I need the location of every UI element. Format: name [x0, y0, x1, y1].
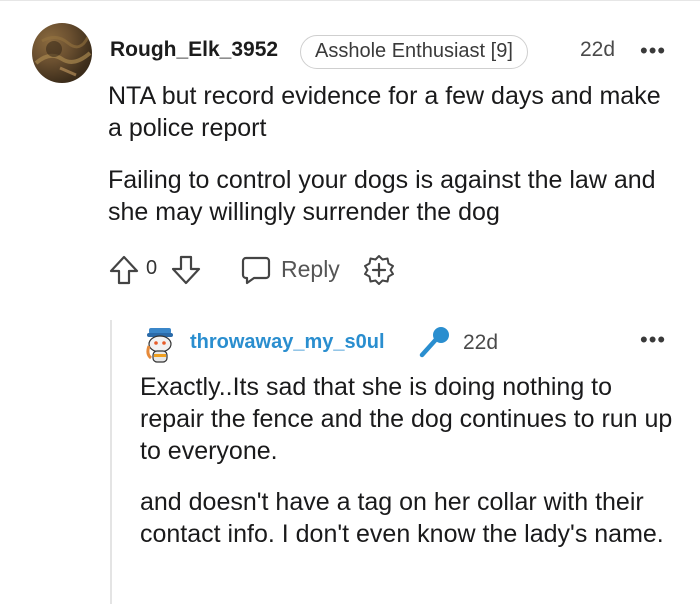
username[interactable]: Rough_Elk_3952: [110, 38, 278, 62]
reply-timestamp: 22d: [463, 331, 499, 354]
upvote-icon[interactable]: [108, 254, 140, 286]
snoo-avatar[interactable]: [140, 324, 180, 364]
thread-line[interactable]: [110, 320, 112, 604]
more-icon[interactable]: •••: [640, 38, 666, 64]
reply-button[interactable]: Reply: [281, 256, 340, 283]
comment-body-paragraph: Failing to control your dogs is against …: [108, 166, 656, 226]
downvote-icon[interactable]: [170, 254, 202, 286]
vote-count: 0: [146, 257, 158, 279]
reply-body-paragraph: Exactly..Its sad that she is doing nothi…: [140, 373, 673, 465]
reply-username[interactable]: throwaway_my_s0ul: [190, 331, 385, 354]
microphone-icon: [417, 325, 451, 359]
reply-body-paragraph: and doesn't have a tag on her collar wit…: [140, 488, 664, 548]
avatar[interactable]: [32, 23, 92, 83]
timestamp: 22d: [580, 38, 616, 61]
more-icon[interactable]: •••: [640, 327, 666, 353]
reply-icon[interactable]: [240, 254, 272, 286]
comment-body-paragraph: NTA but record evidence for a few days a…: [108, 82, 661, 142]
top-divider: [0, 0, 700, 1]
award-icon[interactable]: [362, 253, 396, 287]
user-flair: Asshole Enthusiast [9]: [300, 35, 528, 69]
